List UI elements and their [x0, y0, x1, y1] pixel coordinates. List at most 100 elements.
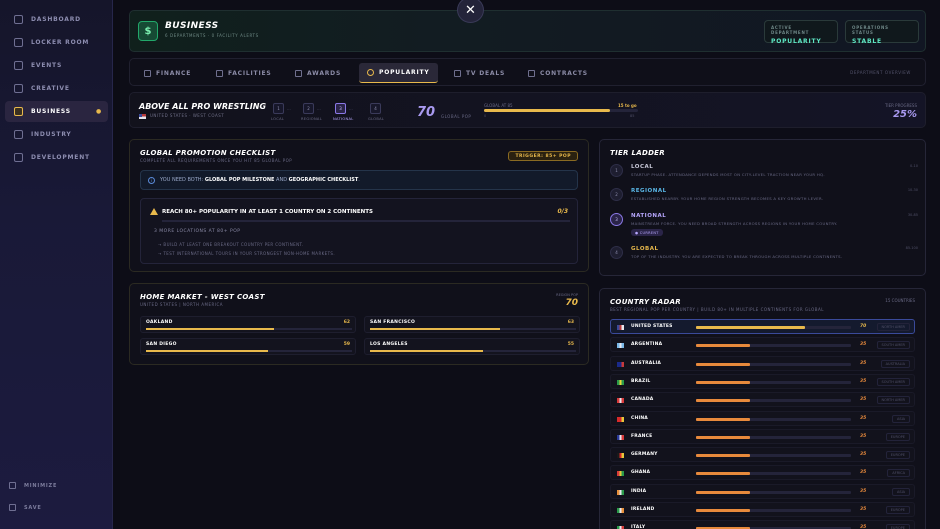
country-row[interactable]: FRANCE 35 EUROPE — [610, 428, 915, 444]
tier-progress-value: 25% — [893, 109, 917, 120]
sidebar-item-events[interactable]: EVENTS — [5, 55, 108, 76]
city-value: 63 — [567, 320, 574, 325]
country-pop-bar — [696, 509, 851, 512]
region-pop-value: 70 — [565, 298, 578, 308]
sidebar-item-locker-room[interactable]: LOCKER ROOM — [5, 32, 108, 53]
city-pop-fill — [370, 328, 500, 330]
country-pop-value: 35 — [860, 397, 867, 403]
country-pop-fill — [696, 344, 751, 348]
save-button[interactable]: SAVE — [9, 504, 42, 511]
tab-finance[interactable]: FINANCE — [136, 63, 199, 83]
trigger-badge: TRIGGER: 85+ POP — [508, 151, 578, 161]
requirement-remaining: 3 MORE LOCATIONS AT 80+ POP — [154, 229, 241, 234]
tier-range: 0-10 — [910, 164, 918, 168]
country-radar-subtitle: BEST REGIONAL POP PER COUNTRY | BUILD 80… — [610, 307, 824, 312]
tier-description: STARTUP PHASE. ATTENDANCE DEPENDS MOST O… — [631, 172, 825, 177]
trophy-icon — [295, 69, 302, 77]
country-region-badge: EUROPE — [885, 432, 910, 441]
close-icon: ✕ — [465, 2, 476, 18]
country-row[interactable]: BRAZIL 35 SOUTH AMER — [610, 373, 915, 389]
country-row[interactable]: ARGENTINA 35 SOUTH AMER — [610, 337, 915, 353]
global-pop-value: 70 — [417, 105, 436, 120]
country-pop-value: 35 — [860, 433, 867, 439]
country-region-badge: AUSTRALIA — [880, 359, 910, 368]
checklist-subtitle: COMPLETE ALL REQUIREMENTS ONCE YOU HIT 8… — [140, 158, 293, 163]
sidebar-item-creative[interactable]: CREATIVE — [5, 78, 108, 99]
country-row[interactable]: CHINA 35 ASIA — [610, 410, 915, 426]
country-pop-fill — [696, 380, 751, 384]
tier-range: 85-100 — [905, 246, 918, 250]
country-name: ITALY — [631, 525, 646, 529]
sidebar-item-development[interactable]: DEVELOPMENT — [5, 147, 108, 168]
country-row[interactable]: ITALY 35 EUROPE — [610, 520, 915, 529]
dollar-icon — [144, 69, 151, 77]
country-pop-bar — [696, 326, 851, 329]
minimize-button[interactable]: MINIMIZE — [9, 482, 57, 489]
country-name: UNITED STATES — [631, 324, 673, 329]
country-pop-fill — [696, 417, 751, 421]
germany-flag-icon — [617, 453, 624, 459]
country-region-badge: SOUTH AMER — [876, 341, 910, 350]
country-region-badge: ASIA — [891, 487, 910, 496]
sidebar-item-label: INDUSTRY — [31, 131, 72, 138]
country-row[interactable]: UNITED STATES 70 NORTH AMER — [610, 319, 915, 334]
country-pop-value: 35 — [860, 342, 867, 348]
tier-ladder: TIER LADDER 1 LOCAL STARTUP PHASE. ATTENDA… — [599, 139, 926, 276]
global-threshold-label: GLOBAL AT 85 — [484, 103, 513, 108]
country-row[interactable]: AUSTRALIA 35 AUSTRALIA — [610, 355, 915, 371]
tier-name: NATIONAL — [631, 213, 667, 219]
tier-step-local: 1 — [273, 103, 284, 114]
tier-number: 1 — [610, 164, 623, 177]
tab-label: AWARDS — [307, 69, 342, 77]
requirement-title: REACH 80+ POPULARITY IN AT LEAST 1 COUNT… — [162, 209, 373, 215]
country-region-badge: NORTH AMER — [876, 396, 910, 405]
tab-awards[interactable]: AWARDS — [287, 63, 349, 83]
country-pop-fill — [696, 472, 751, 476]
country-name: GHANA — [631, 470, 651, 476]
promotion-region: UNITED STATES · WEST COAST — [139, 113, 224, 119]
city-name: SAN FRANCISCO — [370, 320, 416, 325]
global-progress-bar — [484, 109, 638, 112]
country-pop-bar — [696, 344, 851, 348]
tab-facilities[interactable]: FACILITIES — [208, 63, 280, 83]
country-pop-value: 70 — [860, 324, 867, 329]
country-row[interactable]: GHANA 35 AFRICA — [610, 465, 915, 481]
country-name: GERMANY — [631, 452, 658, 458]
sidebar-item-industry[interactable]: INDUSTRY — [5, 124, 108, 145]
tier-description: MAINSTREAM FORCE. YOU NEED BROAD STRENGT… — [631, 221, 838, 226]
sidebar-item-label: BUSINESS — [31, 108, 71, 115]
country-row[interactable]: INDIA 35 ASIA — [610, 483, 915, 499]
city-pop-bar — [146, 328, 352, 330]
country-region-badge: NORTH AMER — [876, 323, 910, 331]
tier-number: 4 — [610, 246, 623, 259]
country-row[interactable]: GERMANY 35 EUROPE — [610, 447, 915, 463]
country-pop-fill — [696, 399, 751, 403]
home-market-subtitle: UNITED STATES | NORTH AMERICA — [140, 302, 223, 307]
tier-name: GLOBAL — [631, 246, 659, 252]
tab-tv-deals[interactable]: TV DEALS — [446, 63, 513, 83]
country-pop-bar — [696, 380, 851, 384]
country-row[interactable]: IRELAND 35 EUROPE — [610, 502, 915, 517]
checklist-title: GLOBAL PROMOTION CHECKLIST — [140, 149, 276, 157]
tab-contracts[interactable]: CONTRACTS — [520, 63, 596, 83]
city-pop-bar — [370, 328, 576, 330]
people-icon — [14, 38, 23, 47]
star-icon — [367, 69, 374, 76]
city-value: 55 — [567, 342, 574, 347]
country-pop-bar — [696, 435, 851, 439]
country-region-badge: EUROPE — [885, 451, 910, 460]
department-header: $ BUSINESS 6 DEPARTMENTS · 0 FACILITY AL… — [129, 10, 926, 52]
united-states-flag-icon — [617, 325, 624, 330]
department-overview-link[interactable]: DEPARTMENT OVERVIEW — [850, 70, 911, 75]
briefcase-icon — [14, 107, 23, 116]
country-name: IRELAND — [631, 507, 655, 512]
tab-popularity[interactable]: POPULARITY — [359, 63, 438, 83]
country-row[interactable]: CANADA 35 NORTH AMER — [610, 392, 915, 408]
tab-label: POPULARITY — [379, 69, 430, 76]
sidebar-item-business[interactable]: BUSINESS ● — [5, 101, 108, 122]
home-icon — [14, 15, 23, 24]
country-pop-fill — [696, 454, 751, 458]
requirement-progress-bar — [162, 220, 570, 222]
india-flag-icon — [617, 489, 624, 495]
sidebar-item-dashboard[interactable]: DASHBOARD — [5, 9, 108, 30]
